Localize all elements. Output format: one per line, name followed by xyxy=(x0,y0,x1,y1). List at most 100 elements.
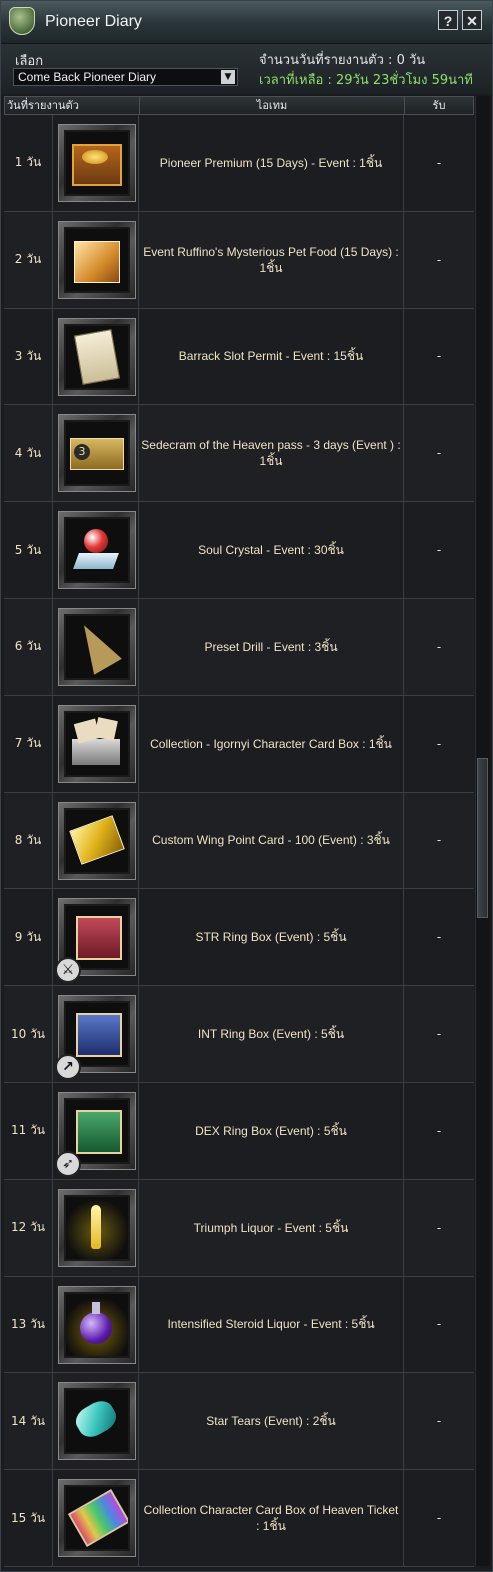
table-row: 12 วัน Triumph Liquor - Event : 5ชิ้น - xyxy=(4,1179,474,1277)
item-slot[interactable] xyxy=(58,704,136,783)
table-row: 3 วัน Barrack Slot Permit - Event : 15ชิ… xyxy=(4,308,474,406)
day-cell: 10 วัน xyxy=(4,986,53,1082)
item-icon-cell xyxy=(53,598,139,695)
item-slot[interactable] xyxy=(58,220,136,299)
day-cell: 15 วัน xyxy=(4,1470,53,1566)
heaven-ticket-icon xyxy=(64,1485,130,1552)
day-cell: 7 วัน xyxy=(4,695,53,792)
received-cell: - xyxy=(436,1317,442,1332)
item-icon-cell xyxy=(53,1276,139,1373)
item-icon-cell: ➶ xyxy=(53,1082,139,1179)
item-name-cell: Event Ruffino's Mysterious Pet Food (15 … xyxy=(139,211,404,308)
day-cell: 4 วัน xyxy=(4,405,53,502)
day-cell: 8 วัน xyxy=(4,792,53,889)
day-cell: 14 วัน xyxy=(4,1373,53,1470)
item-icon-cell: ⚔ xyxy=(53,889,139,986)
item-icon-cell xyxy=(53,1470,139,1566)
received-cell: - xyxy=(436,446,442,461)
card-box-icon xyxy=(64,710,130,777)
day-cell: 1 วัน xyxy=(4,115,53,211)
table-row: 2 วัน Event Ruffino's Mysterious Pet Foo… xyxy=(4,211,474,309)
scrollbar[interactable] xyxy=(475,96,490,1566)
table-row: 4 วัน 3 Sedecram of the Heaven pass - 3 … xyxy=(4,405,474,503)
received-cell: - xyxy=(436,252,442,267)
item-icon-cell xyxy=(53,695,139,792)
item-slot[interactable] xyxy=(58,1479,136,1558)
day-cell: 5 วัน xyxy=(4,502,53,598)
item-name-cell: Custom Wing Point Card - 100 (Event) : 3… xyxy=(139,792,404,889)
item-slot[interactable] xyxy=(58,317,136,396)
pioneer-diary-window: Pioneer Diary ? ✕ เลือก Come Back Pionee… xyxy=(0,0,493,1572)
item-slot[interactable] xyxy=(58,511,136,590)
item-icon-cell xyxy=(53,115,139,211)
item-slot[interactable] xyxy=(58,607,136,686)
received-cell: - xyxy=(436,1511,442,1526)
item-name-cell: Triumph Liquor - Event : 5ชิ้น xyxy=(139,1179,404,1276)
item-slot[interactable]: 3 xyxy=(58,414,136,493)
received-cell: - xyxy=(436,543,442,558)
reward-table-body: 1 วัน Pioneer Premium (15 Days) - Event … xyxy=(4,115,474,1567)
item-slot[interactable] xyxy=(58,124,136,202)
day-cell: 13 วัน xyxy=(4,1276,53,1373)
item-name-cell: STR Ring Box (Event) : 5ชิ้น xyxy=(139,889,404,986)
table-row: 13 วัน Intensified Steroid Liquor - Even… xyxy=(4,1276,474,1374)
received-cell: - xyxy=(436,833,442,848)
item-slot[interactable] xyxy=(58,801,136,880)
item-icon-cell xyxy=(53,792,139,889)
pass-ticket-icon: 3 xyxy=(64,420,130,487)
table-row: 6 วัน Preset Drill - Event : 3ชิ้น - xyxy=(4,598,474,696)
item-slot[interactable] xyxy=(58,1382,136,1461)
day-cell: 6 วัน xyxy=(4,598,53,695)
help-button[interactable]: ? xyxy=(438,10,458,30)
item-name-cell: Collection Character Card Box of Heaven … xyxy=(139,1470,404,1566)
treasure-chest-icon xyxy=(64,130,130,196)
received-cell: - xyxy=(436,155,442,170)
table-row: 10 วัน ↗ INT Ring Box (Event) : 5ชิ้น - xyxy=(4,986,474,1083)
table-row: 14 วัน Star Tears (Event) : 2ชิ้น - xyxy=(4,1373,474,1471)
item-name-cell: INT Ring Box (Event) : 5ชิ้น xyxy=(139,986,404,1082)
item-name-cell: Pioneer Premium (15 Days) - Event : 1ชิ้… xyxy=(139,115,404,211)
star-tears-gem-icon xyxy=(64,1388,130,1455)
item-icon-cell: 3 xyxy=(53,405,139,502)
item-icon-cell xyxy=(53,1179,139,1276)
received-cell: - xyxy=(436,930,442,945)
diary-header: เลือก Come Back Pioneer Diary ▼ จำนวนวัน… xyxy=(1,44,492,94)
item-name-cell: Star Tears (Event) : 2ชิ้น xyxy=(139,1373,404,1470)
sword-badge-icon: ⚔ xyxy=(55,957,81,984)
table-row: 15 วัน Collection Character Card Box of … xyxy=(4,1470,474,1567)
item-slot[interactable] xyxy=(58,1285,136,1364)
day-cell: 12 วัน xyxy=(4,1179,53,1276)
received-cell: - xyxy=(436,1027,442,1042)
received-cell: - xyxy=(436,1414,442,1429)
potion-flask-icon xyxy=(64,1291,130,1358)
received-cell: - xyxy=(436,1123,442,1138)
day-cell: 9 วัน xyxy=(4,889,53,986)
table-row: 5 วัน Soul Crystal - Event : 30ชิ้น - xyxy=(4,502,474,599)
day-cell: 11 วัน xyxy=(4,1082,53,1179)
item-slot[interactable] xyxy=(58,1188,136,1267)
chevron-down-icon[interactable]: ▼ xyxy=(221,70,235,84)
received-cell: - xyxy=(436,736,442,751)
item-icon-cell xyxy=(53,502,139,598)
bow-badge-icon: ➶ xyxy=(55,1150,81,1177)
wing-card-icon xyxy=(64,807,130,874)
received-cell: - xyxy=(436,349,442,364)
title-bar[interactable]: Pioneer Diary ? ✕ xyxy=(1,1,492,44)
column-header-received: รับ xyxy=(432,99,446,112)
shield-emblem-icon xyxy=(9,7,35,35)
column-header-item: ไอเทม xyxy=(140,97,405,114)
scrollbar-thumb[interactable] xyxy=(477,758,488,918)
liquor-bottle-icon xyxy=(64,1194,130,1261)
item-icon-cell xyxy=(53,211,139,308)
column-header-day: วันที่รายงานตัว xyxy=(5,97,140,114)
soul-crystal-icon xyxy=(64,517,130,584)
received-cell: - xyxy=(436,639,442,654)
item-name-cell: Barrack Slot Permit - Event : 15ชิ้น xyxy=(139,308,404,405)
permit-scroll-icon xyxy=(64,323,130,390)
diary-select-dropdown[interactable]: Come Back Pioneer Diary ▼ xyxy=(13,68,238,86)
received-cell: - xyxy=(436,1220,442,1235)
pet-food-box-icon xyxy=(64,226,130,293)
close-button[interactable]: ✕ xyxy=(462,10,482,30)
window-title: Pioneer Diary xyxy=(45,13,142,30)
day-cell: 3 วัน xyxy=(4,308,53,405)
